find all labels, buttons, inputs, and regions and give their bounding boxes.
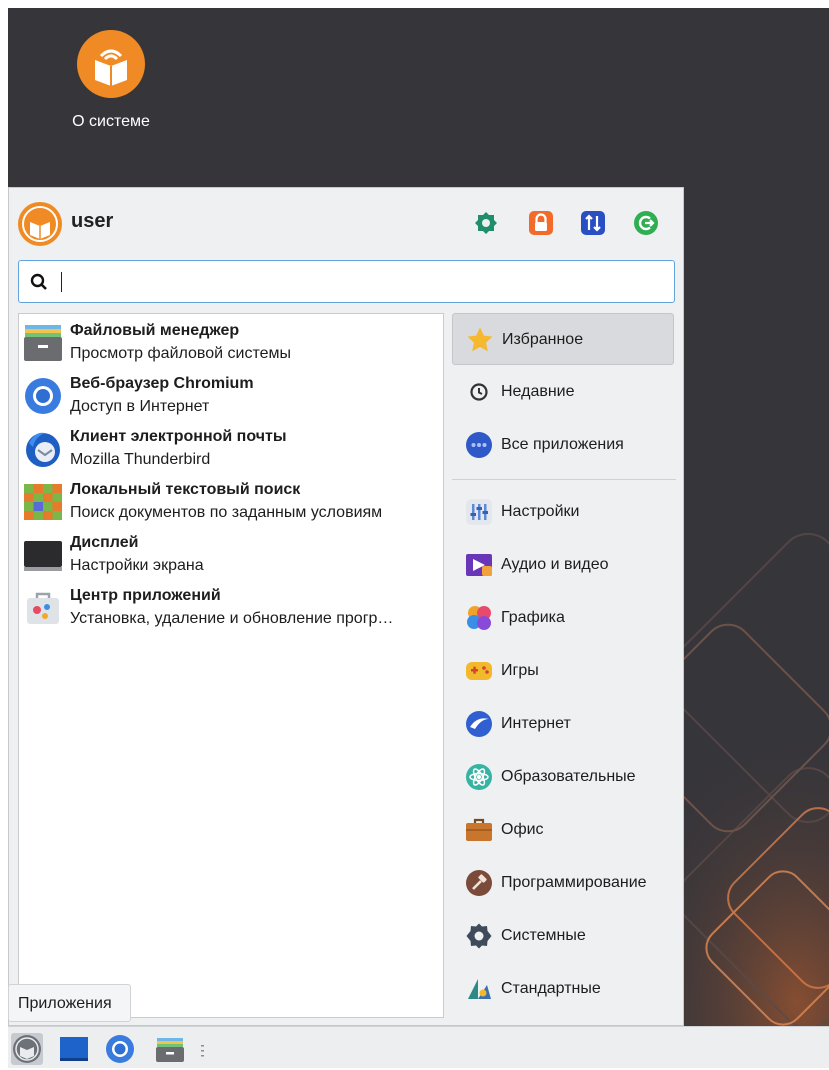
search-box[interactable] <box>18 260 675 303</box>
file-manager-icon <box>156 1038 184 1062</box>
list-item[interactable]: Дисплей Настройки экрана <box>19 526 443 579</box>
application-menu: user Файловый менеджер Просмотр файловой… <box>8 187 684 1026</box>
category-office[interactable]: Офис <box>452 804 674 856</box>
category-label: Избранное <box>502 331 584 348</box>
accessories-icon <box>468 979 491 999</box>
category-programming[interactable]: Программирование <box>452 857 674 909</box>
category-system[interactable]: Системные <box>452 910 674 962</box>
taskbar <box>8 1026 829 1068</box>
category-label: Офис <box>501 821 544 838</box>
list-item[interactable]: Локальный текстовый поиск Поиск документ… <box>19 473 443 526</box>
about-system-label: О системе <box>72 113 150 130</box>
taskbar-drag-handle[interactable] <box>201 1045 204 1057</box>
user-avatar-icon <box>18 202 62 246</box>
taskbar-chromium-button[interactable] <box>104 1033 136 1065</box>
applications-menu-button[interactable] <box>11 1033 43 1065</box>
category-graphics[interactable]: Графика <box>452 592 674 644</box>
applications-tooltip: Приложения <box>8 984 131 1022</box>
list-item[interactable]: Веб-браузер Chromium Доступ в Интернет <box>19 367 443 420</box>
category-label: Системные <box>501 927 586 944</box>
taskbar-file-manager-button[interactable] <box>154 1033 186 1065</box>
app-center-icon <box>27 592 59 624</box>
app-title: Файловый менеджер <box>70 322 240 339</box>
category-accessories[interactable]: Стандартные <box>452 963 674 1015</box>
switch-user-icon <box>581 211 605 235</box>
category-games[interactable]: Игры <box>452 645 674 697</box>
chromium-icon <box>106 1035 134 1063</box>
about-system-icon <box>77 30 145 98</box>
internet-icon <box>466 711 492 737</box>
settings-button[interactable] <box>472 209 500 237</box>
username: user <box>71 210 114 232</box>
app-description: Mozilla Thunderbird <box>70 451 211 468</box>
app-description: Доступ в Интернет <box>70 398 210 415</box>
office-icon <box>466 818 492 841</box>
category-label: Графика <box>501 609 565 626</box>
list-item[interactable]: Файловый менеджер Просмотр файловой сист… <box>19 314 443 367</box>
chromium-icon <box>25 378 61 414</box>
category-label: Стандартные <box>501 980 601 997</box>
show-desktop-icon <box>60 1037 88 1061</box>
settings-icon <box>475 212 497 234</box>
app-title: Клиент электронной почты <box>70 428 287 445</box>
multimedia-icon <box>466 554 492 576</box>
logout-icon <box>634 211 658 235</box>
category-separator <box>452 479 676 480</box>
favorites-list: Файловый менеджер Просмотр файловой сист… <box>18 313 444 1018</box>
search-icon <box>30 273 47 290</box>
about-system-desktop-icon[interactable]: О системе <box>56 30 166 131</box>
text-search-icon <box>24 484 62 520</box>
category-internet[interactable]: Интернет <box>452 698 674 750</box>
category-favorites[interactable]: Избранное <box>452 313 674 365</box>
programming-icon <box>466 870 492 896</box>
lock-screen-button[interactable] <box>527 209 555 237</box>
education-icon <box>466 764 492 790</box>
app-description: Установка, удаление и обновление прогр… <box>70 610 394 627</box>
system-icon <box>466 923 492 949</box>
category-label: Программирование <box>501 874 647 891</box>
switch-user-button[interactable] <box>579 209 607 237</box>
file-manager-icon <box>24 325 62 361</box>
category-multimedia[interactable]: Аудио и видео <box>452 539 674 591</box>
all-apps-icon <box>466 432 492 458</box>
show-desktop-button[interactable] <box>58 1033 90 1065</box>
category-label: Недавние <box>501 383 575 400</box>
category-recent[interactable]: Недавние <box>452 366 674 418</box>
category-label: Настройки <box>501 503 580 520</box>
app-title: Веб-браузер Chromium <box>70 375 254 392</box>
category-label: Игры <box>501 662 539 679</box>
games-icon <box>466 662 492 680</box>
category-settings[interactable]: Настройки <box>452 486 674 538</box>
category-label: Все приложения <box>501 436 624 453</box>
app-description: Поиск документов по заданным условиям <box>70 504 383 521</box>
app-title: Дисплей <box>70 534 139 551</box>
app-title: Центр приложений <box>70 587 221 604</box>
graphics-icon <box>467 606 491 630</box>
list-item[interactable]: Клиент электронной почты Mozilla Thunder… <box>19 420 443 473</box>
thunderbird-icon <box>26 432 60 467</box>
app-title: Локальный текстовый поиск <box>70 481 301 498</box>
logout-button[interactable] <box>632 209 660 237</box>
category-label: Аудио и видео <box>501 556 609 573</box>
star-icon <box>467 327 493 352</box>
category-label: Образовательные <box>501 768 636 785</box>
search-input[interactable] <box>59 269 663 297</box>
category-label: Интернет <box>501 715 571 732</box>
app-description: Просмотр файловой системы <box>70 345 292 362</box>
display-icon <box>24 541 62 571</box>
clock-icon <box>470 383 488 401</box>
applications-menu-icon <box>13 1035 41 1063</box>
settings-category-icon <box>466 499 492 525</box>
category-education[interactable]: Образовательные <box>452 751 674 803</box>
list-item[interactable]: Центр приложений Установка, удаление и о… <box>19 579 443 632</box>
category-all-apps[interactable]: Все приложения <box>452 419 674 471</box>
lock-icon <box>529 211 553 235</box>
app-description: Настройки экрана <box>70 557 204 574</box>
